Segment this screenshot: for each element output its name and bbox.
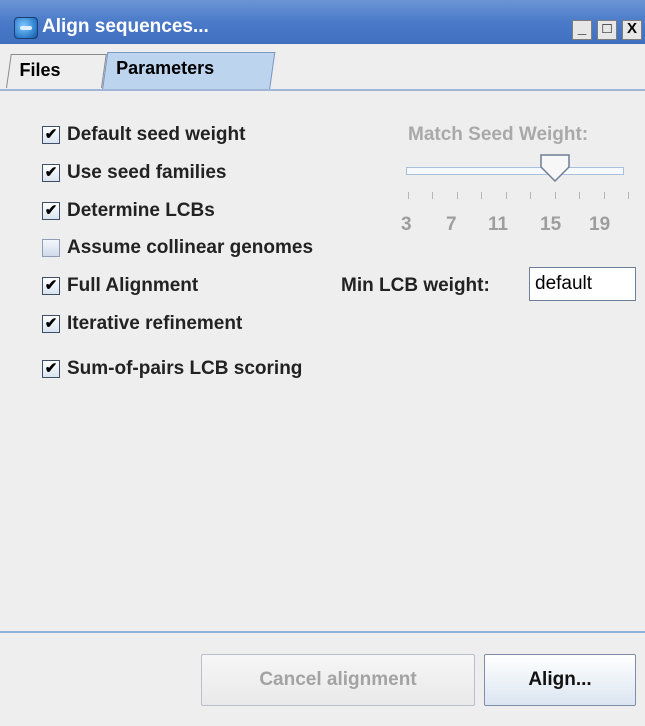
- tab-strip: Files Parameters: [0, 44, 645, 90]
- window-title: Align sequences...: [42, 16, 209, 37]
- tab-files-label: Files: [19, 60, 61, 80]
- slider-tick: [628, 192, 629, 199]
- checkbox-label: Iterative refinement: [67, 313, 243, 334]
- seed-weight-slider-track[interactable]: [406, 167, 624, 175]
- checkbox-iterative-refinement[interactable]: ✔ Iterative refinement: [42, 313, 242, 335]
- checkbox-label: Full Alignment: [67, 275, 199, 296]
- minimize-icon[interactable]: _: [572, 20, 592, 40]
- checkbox-sum-of-pairs[interactable]: ✔ Sum-of-pairs LCB scoring: [42, 358, 302, 380]
- tab-parameters-label: Parameters: [116, 58, 215, 78]
- checkbox-iterative-refinement-box[interactable]: ✔: [42, 315, 60, 333]
- tick-label: 11: [488, 214, 509, 235]
- checkbox-sum-of-pairs-box[interactable]: ✔: [42, 360, 60, 378]
- slider-tick: [481, 192, 483, 199]
- slider-tick: [408, 192, 409, 199]
- checkbox-assume-collinear-box[interactable]: [42, 239, 60, 257]
- slider-tick: [456, 192, 458, 199]
- checkbox-assume-collinear[interactable]: Assume collinear genomes: [42, 237, 313, 259]
- slider-tick: [432, 192, 434, 199]
- min-lcb-weight-input[interactable]: [529, 267, 636, 301]
- slider-tick: [530, 192, 532, 199]
- align-button[interactable]: Align...: [484, 654, 636, 706]
- title-bar[interactable]: Align sequences... _ □ X: [0, 0, 645, 44]
- checkbox-label: Assume collinear genomes: [67, 237, 314, 258]
- checkbox-label: Default seed weight: [67, 124, 246, 145]
- checkbox-full-alignment-box[interactable]: ✔: [42, 277, 60, 295]
- checkbox-determine-lcbs[interactable]: ✔ Determine LCBs: [42, 200, 215, 222]
- tick-label: 19: [589, 214, 611, 235]
- match-seed-weight-label: Match Seed Weight:: [408, 124, 589, 145]
- slider-tick: [603, 192, 605, 199]
- tick-label: 3: [401, 214, 412, 235]
- checkbox-use-seed-families[interactable]: ✔ Use seed families: [42, 162, 226, 184]
- tab-files[interactable]: Files: [6, 54, 107, 88]
- tick-label: 15: [540, 214, 562, 235]
- cancel-alignment-button[interactable]: Cancel alignment: [201, 654, 475, 706]
- checkbox-full-alignment[interactable]: ✔ Full Alignment: [42, 275, 198, 297]
- checkbox-use-seed-families-box[interactable]: ✔: [42, 164, 60, 182]
- checkbox-determine-lcbs-box[interactable]: ✔: [42, 202, 60, 220]
- seed-weight-slider-thumb[interactable]: [539, 154, 570, 182]
- slider-tick: [579, 192, 581, 199]
- checkbox-default-seed-weight-box[interactable]: ✔: [42, 126, 60, 144]
- maximize-icon[interactable]: □: [597, 20, 617, 40]
- tick-label: 7: [446, 214, 457, 235]
- checkbox-default-seed-weight[interactable]: ✔ Default seed weight: [42, 124, 245, 146]
- min-lcb-weight-label: Min LCB weight:: [341, 275, 490, 296]
- slider-tick: [554, 192, 556, 199]
- app-icon: [14, 17, 38, 39]
- checkbox-label: Use seed families: [67, 162, 227, 183]
- close-icon[interactable]: X: [622, 20, 642, 40]
- align-sequences-dialog: Align sequences... _ □ X Files Parameter…: [0, 0, 645, 726]
- checkbox-label: Determine LCBs: [67, 200, 215, 221]
- slider-tick: [505, 192, 507, 199]
- tab-parameters[interactable]: Parameters: [102, 52, 276, 90]
- checkbox-label: Sum-of-pairs LCB scoring: [67, 358, 303, 379]
